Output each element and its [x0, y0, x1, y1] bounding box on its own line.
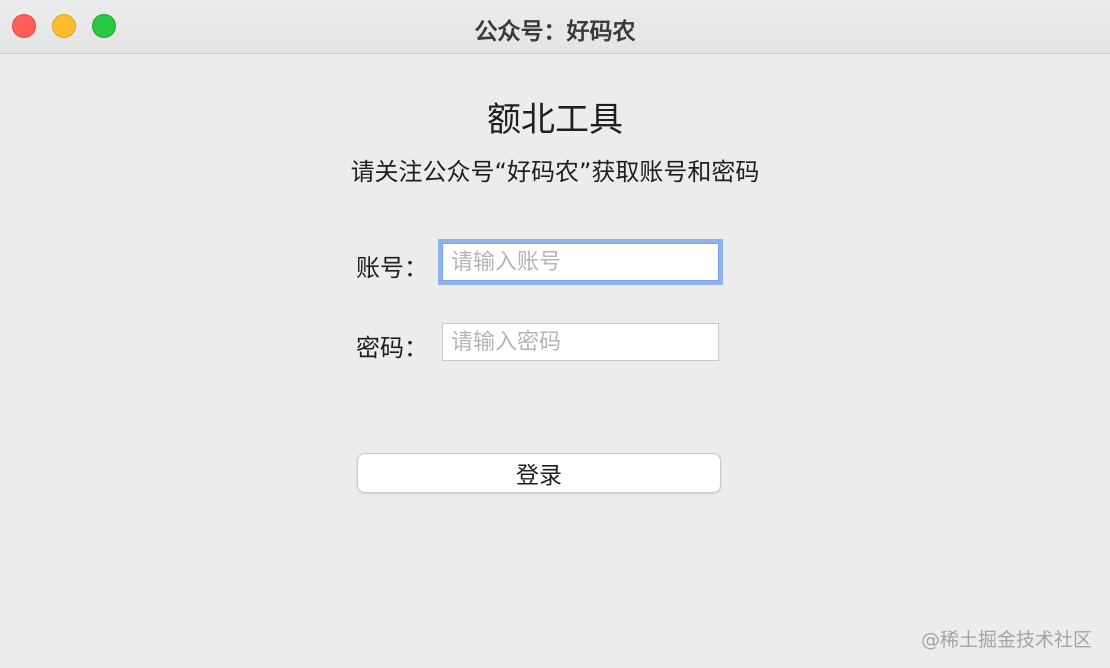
password-input[interactable] — [442, 323, 719, 361]
app-window: 公众号：好码农 额北工具 请关注公众号“好码农”获取账号和密码 账号： 密码： … — [0, 0, 1110, 668]
password-label: 密码： — [356, 334, 428, 362]
subtitle: 请关注公众号“好码农”获取账号和密码 — [350, 158, 760, 186]
username-input[interactable] — [442, 243, 719, 281]
login-button[interactable]: 登录 — [357, 453, 721, 493]
title-bar[interactable]: 公众号：好码农 — [0, 0, 1110, 54]
window-title: 公众号：好码农 — [474, 19, 636, 45]
username-label: 账号： — [356, 254, 428, 282]
watermark: @稀土掘金技术社区 — [920, 629, 1092, 651]
app-title: 额北工具 — [487, 100, 623, 140]
